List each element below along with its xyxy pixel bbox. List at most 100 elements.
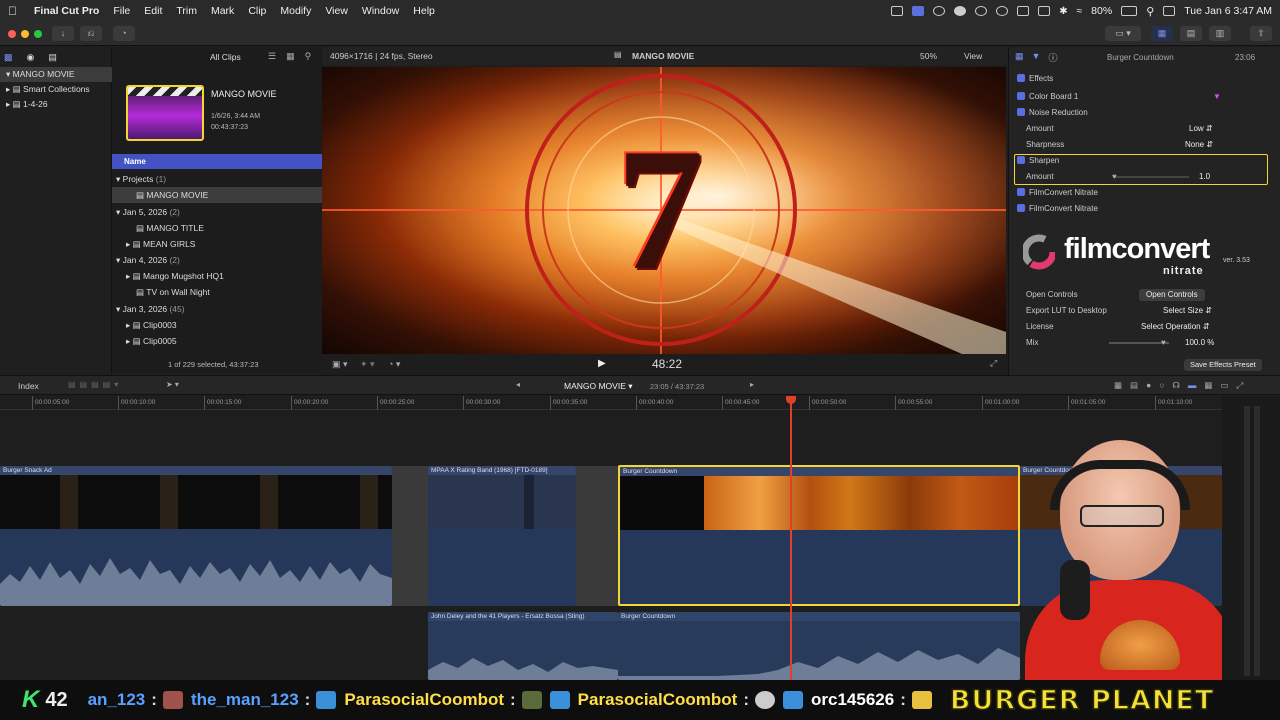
- project-thumbnail[interactable]: [126, 85, 204, 141]
- control-center-icon[interactable]: [1163, 6, 1176, 16]
- minimize-window-button[interactable]: [21, 30, 29, 38]
- timeline-ruler[interactable]: 00:00:05:00 00:00:10:00 00:00:15:00 00:0…: [0, 396, 1222, 410]
- filmstrip-icon[interactable]: ▦: [286, 51, 295, 62]
- browser-group-jan5[interactable]: ▾ Jan 5, 2026 (2): [112, 204, 322, 220]
- titles-tab-icon[interactable]: ▤: [48, 52, 57, 64]
- timeline-clip[interactable]: MPAA X Rating Band (1968) [FTD-0189]: [428, 466, 576, 606]
- clipboard-icon[interactable]: [1017, 6, 1030, 16]
- fullscreen-timeline-icon[interactable]: ▭: [1220, 380, 1228, 391]
- open-controls-button[interactable]: Open Controls: [1139, 289, 1205, 301]
- browser-row-mango-movie[interactable]: ▤ MANGO MOVIE: [112, 187, 322, 203]
- browser-row-mango-mugshot[interactable]: ▸ ▤ Mango Mugshot HQ1: [112, 268, 322, 284]
- transition-gap[interactable]: [392, 466, 428, 606]
- slider-thumb-icon[interactable]: ♥: [1112, 169, 1117, 185]
- checkbox-icon[interactable]: [1017, 156, 1025, 164]
- zoom-slider-icon[interactable]: ▬: [1188, 380, 1197, 391]
- disclosure-icon[interactable]: ▾: [116, 174, 120, 184]
- headphones-icon[interactable]: ☊: [1172, 380, 1180, 391]
- save-effects-preset-button[interactable]: Save Effects Preset: [1184, 359, 1262, 371]
- disclosure-icon[interactable]: ▸: [126, 271, 130, 281]
- search-icon[interactable]: ⚲: [305, 51, 312, 62]
- background-tasks-icon[interactable]: ◔: [113, 26, 135, 41]
- fullscreen-icon[interactable]: ⤢: [990, 358, 997, 369]
- effect-filmconvert-2[interactable]: FilmConvert Nitrate: [1017, 201, 1273, 217]
- show-timeline-icon[interactable]: ▤: [1180, 26, 1202, 41]
- search-icon[interactable]: ⚲: [1146, 5, 1154, 18]
- forward-arrow-icon[interactable]: ▸: [750, 380, 754, 389]
- checkbox-icon[interactable]: [1017, 92, 1025, 100]
- snapping-icon[interactable]: ▤: [1130, 380, 1138, 391]
- transform-icon[interactable]: ▣ ▾: [332, 359, 348, 370]
- browser-row-mean-girls[interactable]: ▸ ▤ MEAN GIRLS: [112, 236, 322, 252]
- menu-file[interactable]: File: [113, 5, 130, 17]
- menu-mark[interactable]: Mark: [211, 5, 234, 17]
- effect-filmconvert-1[interactable]: FilmConvert Nitrate: [1017, 185, 1273, 201]
- param-value[interactable]: 100.0 %: [1185, 335, 1214, 351]
- back-arrow-icon[interactable]: ◂: [516, 380, 520, 389]
- disclosure-icon[interactable]: ▸: [126, 239, 130, 249]
- amount-slider[interactable]: [1113, 176, 1189, 178]
- solo-icon[interactable]: ○: [1159, 380, 1164, 391]
- timeline-clip-selected[interactable]: Burger Countdown: [618, 465, 1020, 606]
- browser-row-clip0003[interactable]: ▸ ▤ Clip0003: [112, 317, 322, 333]
- disclosure-icon[interactable]: ▾: [6, 69, 10, 79]
- info-inspector-icon[interactable]: ⓘ: [1048, 51, 1057, 64]
- apple-icon[interactable]: : [8, 4, 22, 18]
- show-inspector-icon[interactable]: ▥: [1209, 26, 1231, 41]
- close-window-button[interactable]: [8, 30, 16, 38]
- zoom-window-button[interactable]: [34, 30, 42, 38]
- clip-filter-menu[interactable]: All Clips: [210, 52, 241, 62]
- video-viewer[interactable]: 7: [322, 67, 1006, 354]
- speed-icon[interactable]: ◔ ▾: [388, 359, 400, 370]
- libraries-tab-icon[interactable]: ▩: [4, 52, 13, 64]
- menu-edit[interactable]: Edit: [144, 5, 162, 17]
- play-button[interactable]: ▶: [598, 358, 606, 369]
- playhead[interactable]: [790, 396, 792, 680]
- browser-row-tv-on-wall[interactable]: ▤ TV on Wall Night: [112, 284, 322, 300]
- display-icon[interactable]: [1038, 6, 1051, 16]
- param-value-menu[interactable]: Low ⇵: [1189, 121, 1213, 137]
- share-layout-icon[interactable]: ▭ ▾: [1105, 26, 1141, 41]
- color-inspector-icon[interactable]: ▼: [1032, 51, 1041, 64]
- library-item-smart-collections[interactable]: ▸ ▤ Smart Collections: [0, 82, 112, 97]
- status-icon[interactable]: [891, 6, 904, 16]
- clip-appearance-icon[interactable]: ▦: [1204, 380, 1212, 391]
- menu-app[interactable]: Final Cut Pro: [34, 5, 99, 17]
- library-item-event[interactable]: ▸ ▤ 1-4-26: [0, 97, 112, 112]
- menu-view[interactable]: View: [325, 5, 348, 17]
- browser-row-clip0005[interactable]: ▸ ▤ Clip0005: [112, 333, 322, 349]
- browser-group-jan4[interactable]: ▾ Jan 4, 2026 (2): [112, 252, 322, 268]
- record-icon[interactable]: [954, 6, 967, 16]
- param-value-menu[interactable]: None ⇵: [1185, 137, 1213, 153]
- show-browser-icon[interactable]: ▦: [1151, 26, 1173, 41]
- browser-group-jan3[interactable]: ▾ Jan 3, 2026 (45): [112, 301, 322, 317]
- photos-tab-icon[interactable]: ◉: [27, 52, 35, 64]
- clip-skimming-icon[interactable]: ▦: [1114, 380, 1122, 391]
- effects-section-header[interactable]: Effects: [1017, 71, 1273, 87]
- checkbox-icon[interactable]: [1017, 204, 1025, 212]
- menu-help[interactable]: Help: [413, 5, 435, 17]
- param-value-menu[interactable]: Select Operation ⇵: [1141, 319, 1210, 335]
- keywords-icon[interactable]: ⎌: [80, 26, 102, 41]
- zoom-menu[interactable]: 50%: [920, 51, 937, 61]
- audio-skimming-icon[interactable]: ●: [1146, 380, 1151, 391]
- param-value-menu[interactable]: Select Size ⇵: [1163, 303, 1212, 319]
- name-column-header[interactable]: Name: [112, 154, 322, 169]
- checkbox-icon[interactable]: [1017, 108, 1025, 116]
- mix-slider[interactable]: [1109, 342, 1169, 344]
- menu-clip[interactable]: Clip: [248, 5, 266, 17]
- param-value[interactable]: 1.0: [1199, 169, 1210, 185]
- disclosure-icon[interactable]: ▾: [116, 207, 120, 217]
- checkbox-icon[interactable]: [1017, 74, 1025, 82]
- play-icon[interactable]: [975, 6, 988, 16]
- menu-modify[interactable]: Modify: [280, 5, 311, 17]
- library-root[interactable]: ▾ MANGO MOVIE: [0, 67, 112, 82]
- edit-buttons-icon[interactable]: ▤▤▤▤▾: [68, 380, 122, 389]
- audio-clip[interactable]: Burger Countdown: [618, 612, 1020, 680]
- bluetooth-icon[interactable]: ✱: [1059, 6, 1067, 17]
- enhance-icon[interactable]: ✦ ▾: [360, 359, 375, 370]
- effect-noise-reduction[interactable]: Noise Reduction: [1017, 105, 1273, 121]
- menu-window[interactable]: Window: [362, 5, 399, 17]
- transition-gap[interactable]: [576, 466, 620, 606]
- disclosure-icon[interactable]: ▾: [116, 304, 120, 314]
